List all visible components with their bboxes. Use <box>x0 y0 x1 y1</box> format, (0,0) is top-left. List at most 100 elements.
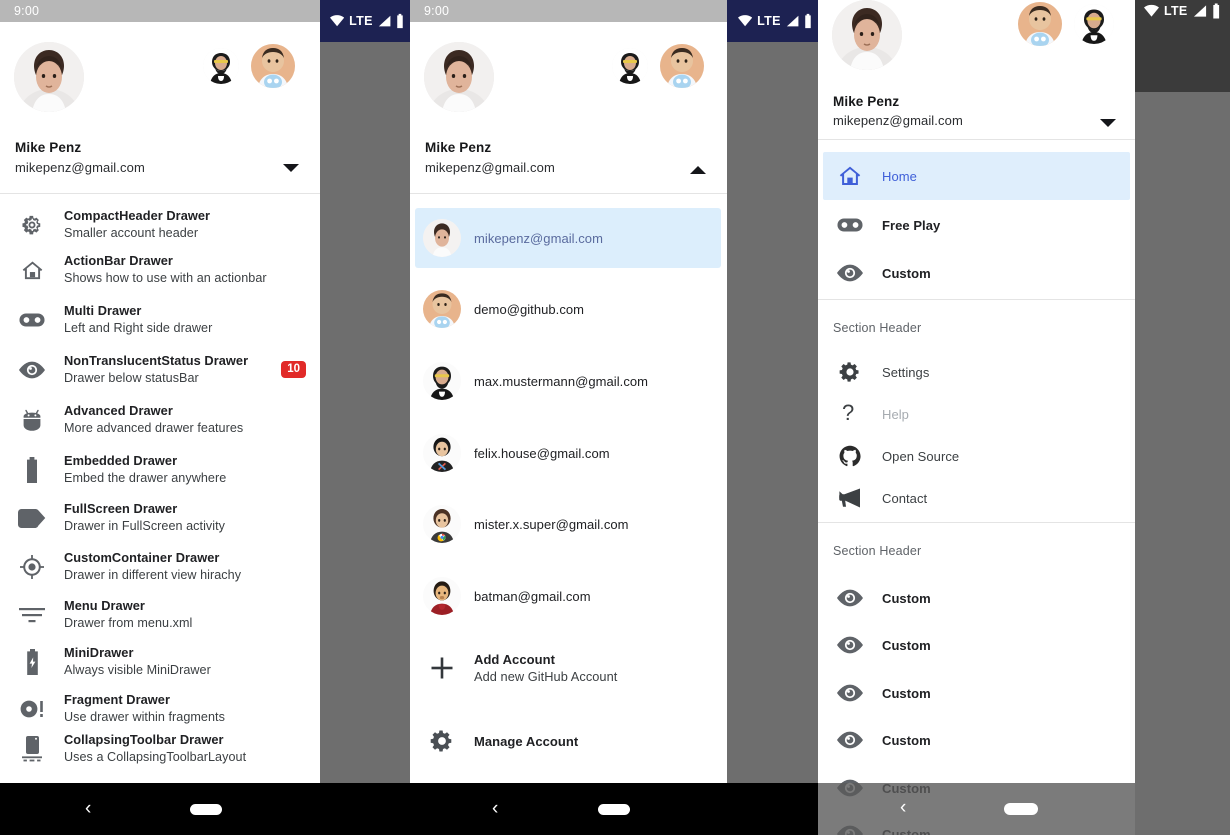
avatar-mike-large[interactable] <box>832 0 902 70</box>
eye-icon <box>818 731 882 749</box>
drawer-item-menu[interactable]: Menu Drawer Drawer from menu.xml <box>0 593 320 637</box>
nav-item-open-source[interactable]: Open Source <box>818 434 1135 478</box>
drawer-scrim-1[interactable] <box>320 0 410 835</box>
avatar-mike-large[interactable] <box>424 42 494 112</box>
avatar-github-small[interactable] <box>660 44 704 88</box>
navigation-drawer-1: 9:00 Mike Penz mikepenz@gmail.com Compac… <box>0 0 320 835</box>
chevron-up-icon[interactable] <box>690 166 706 174</box>
status-bar-time-2: 9:00 <box>410 0 727 22</box>
chevron-left-icon[interactable]: ‹ <box>85 799 91 818</box>
avatar-max-small[interactable] <box>1074 4 1114 44</box>
nav-item-label: Help <box>882 406 909 422</box>
nav-item-free-play[interactable]: Free Play <box>818 201 1135 249</box>
account-email-text: max.mustermann@gmail.com <box>474 373 649 389</box>
nav-item-label: Custom <box>882 685 931 701</box>
nav-item-label: Custom <box>882 265 931 281</box>
eye-icon <box>818 684 882 702</box>
chevron-left-icon[interactable]: ‹ <box>492 799 498 818</box>
drawer-item-add-account[interactable]: Add Account Add new GitHub Account <box>410 643 727 693</box>
drawer-item-minidrawer[interactable]: MiniDrawer Always visible MiniDrawer <box>0 640 320 684</box>
status-badge: 10 <box>281 361 306 379</box>
header-divider-2 <box>410 193 727 194</box>
nav-item-label: Settings <box>882 364 930 380</box>
section-divider-1 <box>818 299 1135 300</box>
github-icon <box>818 445 882 467</box>
nav-item-contact[interactable]: Contact <box>818 476 1135 520</box>
drawer-item-title: FullScreen Drawer <box>64 501 178 517</box>
drawer-item-subtitle: Always visible MiniDrawer <box>64 663 211 677</box>
nav-item-label: Contact <box>882 490 928 506</box>
account-row-max-mustermann[interactable]: max.mustermann@gmail.com <box>410 355 727 407</box>
drawer-item-fragment[interactable]: Fragment Drawer Use drawer within fragmen… <box>0 687 320 731</box>
home-icon <box>818 164 882 188</box>
drawer-item-advanced[interactable]: Advanced Drawer More advanced drawer feat… <box>0 398 320 442</box>
nav-item-custom-4[interactable]: Custom <box>818 718 1135 762</box>
avatar-mike-large[interactable] <box>14 42 84 112</box>
account-email-text: mikepenz@gmail.com <box>474 230 603 246</box>
chevron-down-icon[interactable] <box>1100 119 1116 127</box>
home-pill-icon[interactable] <box>598 804 630 815</box>
drawer-item-compactheader[interactable]: CompactHeader Drawer Smaller account head… <box>0 203 320 247</box>
phone-collapse-icon <box>0 736 64 762</box>
drawer-scrim-3[interactable] <box>1135 0 1230 835</box>
drawer-scrim-2[interactable] <box>727 0 818 835</box>
drawer-item-subtitle: Use drawer within fragments <box>64 710 225 724</box>
account-row-mikepenz[interactable]: mikepenz@gmail.com <box>410 208 727 268</box>
nav-item-label: Custom <box>882 590 931 606</box>
drawer-item-subtitle: Left and Right side drawer <box>64 321 213 335</box>
avatar-github-small[interactable] <box>1018 2 1062 46</box>
battery-icon <box>397 13 403 29</box>
nav-item-help[interactable]: ? Help <box>818 392 1135 436</box>
home-icon <box>0 259 64 282</box>
chevron-down-icon[interactable] <box>283 164 299 172</box>
drawer-item-subtitle: Drawer in different view hirachy <box>64 568 242 582</box>
status-bar-time-1: 9:00 <box>0 0 320 22</box>
drawer-item-title: Add Account <box>474 651 555 667</box>
avatar-max <box>410 362 474 400</box>
account-email-3: mikepenz@gmail.com <box>833 113 963 128</box>
drawer-item-actionbar[interactable]: ActionBar Drawer Shows how to use with an… <box>0 248 320 292</box>
filter-icon <box>0 606 64 624</box>
home-pill-icon[interactable] <box>190 804 222 815</box>
drawer-item-title: ActionBar Drawer <box>64 253 173 269</box>
header-divider-1 <box>0 193 320 194</box>
nav-item-custom-3[interactable]: Custom <box>818 671 1135 715</box>
account-email-2: mikepenz@gmail.com <box>425 160 555 175</box>
system-navigation-bar-1: ‹ <box>0 783 410 835</box>
drawer-item-customcontainer[interactable]: CustomContainer Drawer Drawer in differen… <box>0 545 320 589</box>
nav-item-home[interactable]: Home <box>818 152 1135 200</box>
avatar-felix <box>410 434 474 472</box>
alert-disc-icon <box>0 699 64 719</box>
account-row-demo-github[interactable]: demo@github.com <box>410 283 727 335</box>
nav-item-settings[interactable]: Settings <box>818 350 1135 394</box>
avatar-github-small[interactable] <box>251 44 295 88</box>
drawer-item-subtitle: Embed the drawer anywhere <box>64 471 227 485</box>
eye-icon <box>818 264 882 282</box>
drawer-item-collapsingtoolbar[interactable]: CollapsingToolbar Drawer Uses a Collapsin… <box>0 727 320 771</box>
drawer-item-fullscreen[interactable]: FullScreen Drawer Drawer in FullScreen ac… <box>0 496 320 540</box>
home-pill-icon[interactable] <box>1004 803 1038 815</box>
drawer-item-multi[interactable]: Multi Drawer Left and Right side drawer <box>0 298 320 342</box>
account-row-mister-x-super[interactable]: mister.x.super@gmail.com <box>410 498 727 550</box>
tag-icon <box>0 508 64 528</box>
avatar-max-small[interactable] <box>203 48 239 84</box>
drawer-item-subtitle: Add new GitHub Account <box>474 669 618 684</box>
drawer-item-embedded[interactable]: Embedded Drawer Embed the drawer anywhere <box>0 448 320 492</box>
drawer-item-subtitle: Smaller account header <box>64 226 199 240</box>
drawer-item-manage-account[interactable]: Manage Account <box>410 719 727 763</box>
avatar-batman <box>410 577 474 615</box>
nav-item-custom-2[interactable]: Custom <box>818 623 1135 667</box>
wifi-icon <box>738 15 753 27</box>
avatar-max-small[interactable] <box>612 48 648 84</box>
gamepad-icon <box>0 310 64 330</box>
account-row-batman[interactable]: batman@gmail.com <box>410 570 727 622</box>
phone-panel-1: LTE 9:00 Mike Penz mikepenz@gmail.com Co… <box>0 0 410 835</box>
android-icon <box>0 409 64 431</box>
wifi-icon <box>330 15 345 27</box>
nav-item-custom-1[interactable]: Custom <box>818 576 1135 620</box>
nav-item-custom-0[interactable]: Custom <box>818 249 1135 297</box>
chevron-left-icon[interactable]: ‹ <box>900 798 906 817</box>
account-row-felix-house[interactable]: felix.house@gmail.com <box>410 427 727 479</box>
drawer-item-nontranslucent[interactable]: NonTranslucentStatus Drawer Drawer below … <box>0 348 320 392</box>
section-divider-2 <box>818 522 1135 523</box>
